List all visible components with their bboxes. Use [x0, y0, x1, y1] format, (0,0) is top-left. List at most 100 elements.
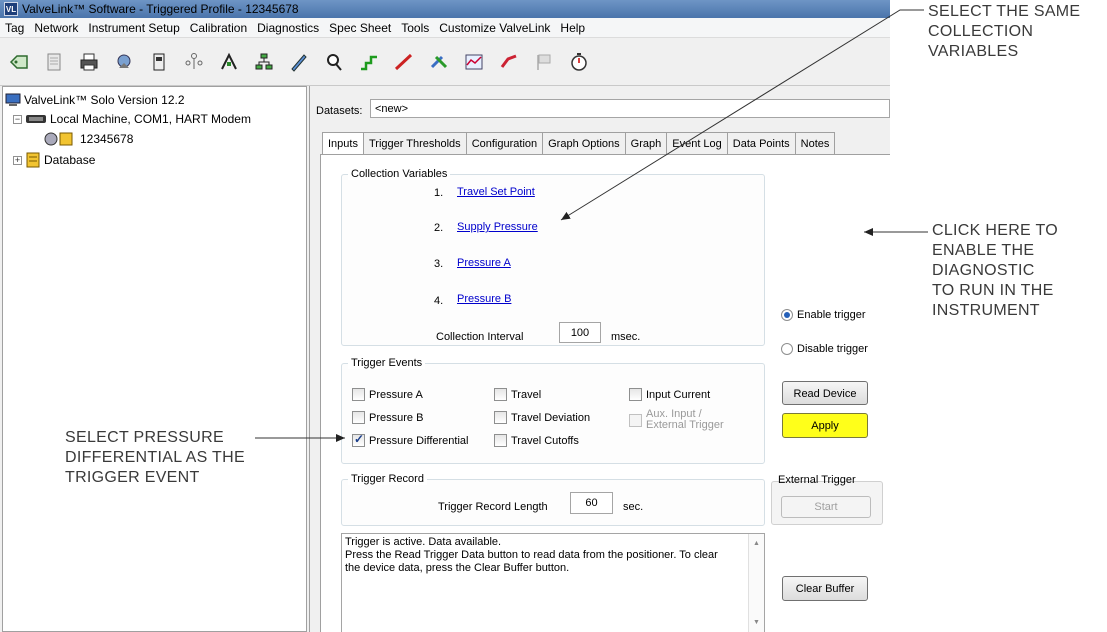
callout-line: SELECT PRESSURE — [65, 429, 224, 446]
step-icon[interactable] — [356, 49, 382, 75]
collapse-icon[interactable]: − — [13, 114, 22, 124]
menu-tools[interactable]: Tools — [396, 21, 434, 35]
menu-tag[interactable]: Tag — [0, 21, 29, 35]
menu-customize-valvelink[interactable]: Customize ValveLink — [434, 21, 555, 35]
tree-local-machine[interactable]: − Local Machine, COM1, HART Modem — [13, 112, 251, 126]
read-device-button[interactable]: Read Device — [782, 381, 868, 405]
menu-network[interactable]: Network — [29, 21, 83, 35]
device-icon[interactable] — [146, 49, 172, 75]
checkbox-icon[interactable] — [629, 413, 642, 427]
tab-configuration[interactable]: Configuration — [466, 132, 544, 154]
checkbox-icon[interactable] — [494, 388, 507, 401]
checkbox-icon[interactable] — [629, 388, 642, 401]
stopwatch-icon[interactable] — [566, 49, 592, 75]
callout-line: SELECT THE SAME — [928, 3, 1081, 20]
tab-graph-options[interactable]: Graph Options — [543, 132, 626, 154]
callout-line: TO RUN IN THE — [932, 282, 1054, 299]
status-line-2: Press the Read Trigger Data button to re… — [345, 549, 718, 561]
ramp-icon[interactable] — [391, 49, 417, 75]
callout-line: INSTRUMENT — [932, 302, 1040, 319]
var-number: 3. — [434, 258, 444, 270]
tag-icon[interactable] — [6, 49, 32, 75]
checkbox-input-current[interactable]: Input Current — [629, 388, 710, 401]
var-link-supply-pressure[interactable]: Supply Pressure — [457, 221, 538, 233]
menu-help[interactable]: Help — [555, 21, 590, 35]
message-scrollbar[interactable]: ▲ ▼ — [748, 534, 764, 632]
tree-database-label: Database — [44, 153, 96, 167]
checkbox-aux-input[interactable]: Aux. Input / External Trigger — [629, 409, 724, 431]
var-link-pressure-b[interactable]: Pressure B — [457, 293, 511, 305]
flag-icon[interactable] — [531, 49, 557, 75]
checkbox-pressure-differential[interactable]: Pressure Differential — [352, 432, 468, 447]
datasets-select[interactable]: <new> — [370, 99, 890, 118]
collection-interval-input[interactable]: 100 — [559, 322, 601, 343]
tab-notes[interactable]: Notes — [795, 132, 836, 154]
network-icon[interactable] — [181, 49, 207, 75]
checkbox-icon[interactable] — [494, 411, 507, 424]
checkbox-icon[interactable] — [352, 411, 365, 424]
callout-line: DIAGNOSTIC — [932, 262, 1035, 279]
collection-variables-group: Collection Variables 1. Travel Set Point… — [341, 168, 765, 346]
tree-root[interactable]: ValveLink™ Solo Version 12.2 — [5, 93, 185, 107]
title-bar: VL ValveLink™ Software - Triggered Profi… — [0, 0, 890, 18]
valve-signature-icon[interactable] — [496, 49, 522, 75]
tab-graph[interactable]: Graph — [625, 132, 668, 154]
checkbox-travel-cutoffs[interactable]: Travel Cutoffs — [494, 434, 579, 447]
checkbox-pressure-a[interactable]: Pressure A — [352, 388, 423, 401]
apply-button[interactable]: Apply — [782, 413, 868, 438]
callout-line: TRIGGER EVENT — [65, 469, 200, 486]
chart-icon[interactable] — [461, 49, 487, 75]
inputs-panel: Collection Variables 1. Travel Set Point… — [320, 154, 890, 632]
tab-trigger-thresholds[interactable]: Trigger Thresholds — [363, 132, 467, 154]
checkbox-label: Travel — [511, 388, 542, 401]
var-number: 2. — [434, 222, 444, 234]
start-button[interactable]: Start — [781, 496, 871, 518]
checkbox-icon[interactable] — [494, 434, 507, 447]
checkbox-checked-icon[interactable] — [352, 432, 365, 447]
tree-icon[interactable] — [251, 49, 277, 75]
tools-icon[interactable] — [426, 49, 452, 75]
datasets-label: Datasets: — [316, 105, 363, 117]
checkbox-pressure-b[interactable]: Pressure B — [352, 411, 423, 424]
checkbox-travel-deviation[interactable]: Travel Deviation — [494, 411, 590, 424]
menu-diagnostics[interactable]: Diagnostics — [252, 21, 324, 35]
calibration-icon[interactable] — [216, 49, 242, 75]
scroll-up-icon[interactable]: ▲ — [753, 537, 760, 550]
tree-machine-label: Local Machine, COM1, HART Modem — [50, 112, 251, 126]
scroll-down-icon[interactable]: ▼ — [753, 616, 760, 629]
checkbox-label: Pressure B — [369, 411, 424, 424]
tree-device-label: 12345678 — [80, 132, 134, 146]
tree-database[interactable]: + Database — [13, 152, 95, 168]
tab-data-points[interactable]: Data Points — [727, 132, 796, 154]
checkbox-icon[interactable] — [352, 388, 365, 401]
satellite-icon[interactable] — [111, 49, 137, 75]
checkbox-travel[interactable]: Travel — [494, 388, 541, 401]
content-pane: Datasets: <new> Inputs Trigger Threshold… — [309, 86, 890, 632]
instrument-icon — [44, 132, 73, 146]
var-link-pressure-a[interactable]: Pressure A — [457, 257, 511, 269]
menu-instrument-setup[interactable]: Instrument Setup — [83, 21, 184, 35]
expand-icon[interactable]: + — [13, 155, 22, 165]
tab-event-log[interactable]: Event Log — [667, 132, 728, 154]
app-window: VL ValveLink™ Software - Triggered Profi… — [0, 0, 890, 632]
radio-unselected-icon[interactable] — [781, 343, 793, 355]
clear-buffer-button[interactable]: Clear Buffer — [782, 576, 868, 601]
search-icon[interactable] — [321, 49, 347, 75]
disable-trigger-radio[interactable]: Disable trigger — [781, 343, 868, 355]
toolbar — [0, 38, 890, 86]
tab-bar: Inputs Trigger Thresholds Configuration … — [322, 132, 836, 154]
trigger-record-length-input[interactable]: 60 — [570, 492, 613, 514]
tab-inputs[interactable]: Inputs — [322, 132, 364, 154]
var-link-travel-set-point[interactable]: Travel Set Point — [457, 186, 535, 198]
collection-interval-label: Collection Interval — [436, 331, 524, 343]
menu-calibration[interactable]: Calibration — [185, 21, 252, 35]
print-icon[interactable] — [76, 49, 102, 75]
callout-line: DIFFERENTIAL AS THE — [65, 449, 245, 466]
document-icon[interactable] — [41, 49, 67, 75]
pencil-icon[interactable] — [286, 49, 312, 75]
radio-selected-icon[interactable] — [781, 309, 793, 321]
menu-spec-sheet[interactable]: Spec Sheet — [324, 21, 396, 35]
hart-modem-icon — [26, 115, 46, 123]
tree-device[interactable]: 12345678 — [43, 131, 133, 147]
enable-trigger-radio[interactable]: Enable trigger — [781, 309, 866, 321]
